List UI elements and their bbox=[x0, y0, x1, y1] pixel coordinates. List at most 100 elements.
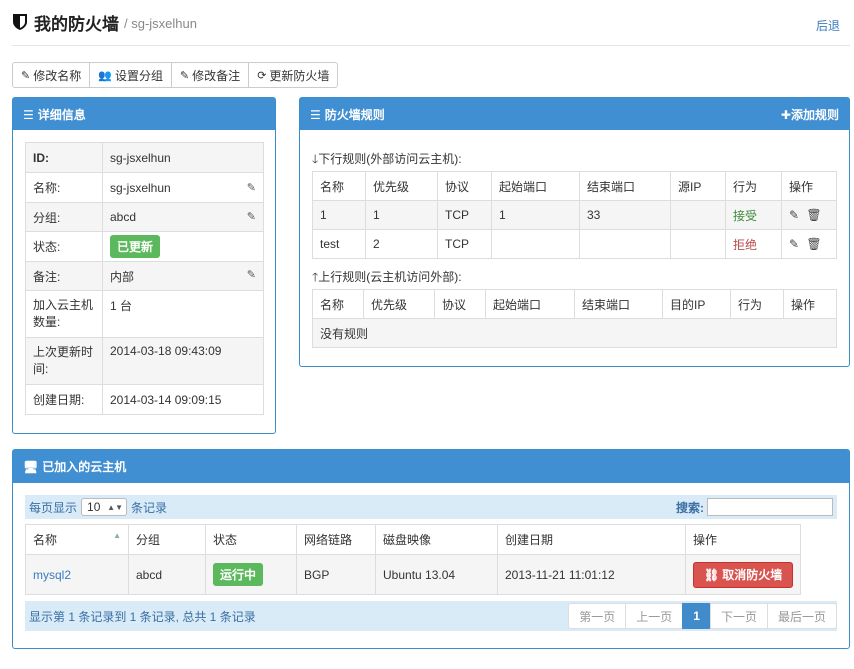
table-row: test 2 TCP 拒绝 ✎ 🗑 bbox=[312, 229, 837, 259]
column-header: 结束端口 bbox=[579, 171, 671, 201]
rename-label: 修改名称 bbox=[33, 68, 82, 83]
detail-value-cell: sg-jsxelhun ✎ bbox=[102, 172, 264, 203]
rule-action: 接受 bbox=[725, 200, 782, 230]
pagination: 第一页 上一页 1 下一页 最后一页 bbox=[568, 603, 837, 629]
detail-value: 内部 bbox=[110, 269, 135, 284]
detail-value: 1 台 bbox=[102, 290, 264, 338]
column-header: 网络链路 bbox=[296, 524, 376, 555]
column-header: 操作 bbox=[783, 289, 837, 319]
prev-page-button[interactable]: 上一页 bbox=[625, 603, 684, 629]
detail-row: 创建日期: 2014-03-14 09:09:15 bbox=[25, 384, 264, 415]
users-icon: 👥 bbox=[98, 69, 112, 82]
detail-key: 上次更新时间: bbox=[25, 337, 103, 385]
column-header: 结束端口 bbox=[574, 289, 663, 319]
host-group: abcd bbox=[128, 554, 206, 595]
host-network: BGP bbox=[296, 554, 376, 595]
shield-icon bbox=[13, 14, 27, 30]
edit-note-icon[interactable]: ✎ bbox=[247, 268, 256, 281]
rule-ops: ✎ 🗑 bbox=[781, 229, 837, 259]
rule-start-port: 1 bbox=[491, 200, 580, 230]
host-created: 2013-11-21 11:01:12 bbox=[497, 554, 686, 595]
column-header: 源IP bbox=[670, 171, 726, 201]
trash-icon[interactable]: 🗑 bbox=[806, 237, 823, 251]
current-page-button[interactable]: 1 bbox=[682, 603, 711, 629]
column-header: 行为 bbox=[730, 289, 784, 319]
last-page-button[interactable]: 最后一页 bbox=[766, 603, 837, 629]
column-header: 目的IP bbox=[662, 289, 731, 319]
update-firewall-label: 更新防火墙 bbox=[269, 68, 330, 83]
host-action-cell: ⛓ 取消防火墙 bbox=[684, 554, 802, 595]
edit-note-button[interactable]: ✎ 修改备注 bbox=[170, 62, 250, 88]
detail-row: 备注: 内部 ✎ bbox=[25, 261, 264, 291]
list-icon: ☰ bbox=[23, 107, 34, 122]
rule-source-ip bbox=[670, 229, 726, 259]
set-group-button[interactable]: 👥 设置分组 bbox=[89, 62, 172, 88]
back-link[interactable]: 后退 bbox=[816, 17, 840, 34]
detail-value-cell: 内部 ✎ bbox=[102, 261, 264, 291]
trash-icon[interactable]: 🗑 bbox=[806, 208, 823, 222]
rule-start-port bbox=[491, 229, 580, 259]
rename-button[interactable]: ✎ 修改名称 bbox=[12, 62, 91, 88]
rule-protocol: TCP bbox=[437, 229, 492, 259]
table-row: mysql2 abcd 运行中 BGP Ubuntu 13.04 2013-11… bbox=[25, 554, 802, 595]
first-page-button[interactable]: 第一页 bbox=[568, 603, 627, 629]
detail-key: 分组: bbox=[25, 202, 103, 232]
column-header: 创建日期 bbox=[497, 524, 686, 555]
outbound-rules-text: 上行规则(云主机访问外部): bbox=[318, 270, 462, 284]
status-badge: 已更新 bbox=[110, 235, 161, 258]
host-name-link[interactable]: mysql2 bbox=[33, 568, 71, 582]
detail-key: 加入云主机数量: bbox=[25, 290, 103, 338]
column-header: 状态 bbox=[205, 524, 297, 555]
firewall-panel-title: 防火墙规则 bbox=[324, 107, 385, 122]
column-header: 协议 bbox=[434, 289, 486, 319]
column-header: 磁盘映像 bbox=[375, 524, 498, 555]
edit-icon: ✎ bbox=[21, 69, 31, 82]
detail-panel-title: 详细信息 bbox=[37, 107, 86, 122]
host-image: Ubuntu 13.04 bbox=[375, 554, 498, 595]
per-page-prefix: 每页显示 bbox=[29, 500, 78, 515]
host-status-cell: 运行中 bbox=[205, 554, 297, 595]
edit-name-icon[interactable]: ✎ bbox=[247, 181, 256, 194]
search-wrap: 搜索: bbox=[676, 498, 833, 516]
page-subtitle: / sg-jsxelhun bbox=[124, 16, 197, 31]
list-icon: ☰ bbox=[310, 107, 321, 122]
rule-name: 1 bbox=[312, 200, 366, 230]
plus-icon: ✚ bbox=[780, 107, 791, 122]
per-page-select[interactable]: 10 ▲▼ bbox=[81, 498, 128, 516]
table-header-row: 名称 优先级 协议 起始端口 结束端口 源IP 行为 操作 bbox=[312, 171, 837, 201]
inbound-rules-label: 🡓下行规则(外部访问云主机): bbox=[312, 150, 462, 171]
column-header: 行为 bbox=[725, 171, 782, 201]
column-header-sortable[interactable]: 名称 ▲ bbox=[25, 524, 129, 555]
rule-priority: 1 bbox=[365, 200, 438, 230]
rule-ops: ✎ 🗑 bbox=[781, 200, 837, 230]
empty-rules-text: 没有规则 bbox=[312, 318, 837, 348]
edit-group-icon[interactable]: ✎ bbox=[247, 210, 256, 223]
column-header: 优先级 bbox=[365, 171, 438, 201]
page-title-bar: 我的防火墙 / sg-jsxelhun bbox=[12, 10, 197, 34]
column-header: 名称 bbox=[312, 171, 366, 201]
detail-key: 创建日期: bbox=[25, 384, 103, 415]
remove-firewall-button[interactable]: ⛓ 取消防火墙 bbox=[693, 561, 794, 588]
rule-priority: 2 bbox=[365, 229, 438, 259]
column-header: 操作 bbox=[684, 524, 802, 555]
update-firewall-button[interactable]: ⟳ 更新防火墙 bbox=[248, 62, 339, 88]
detail-panel: ☰ 详细信息 ID: sg-jsxelhun 名称: sg-jsxelhun ✎ 分… bbox=[12, 97, 276, 434]
table-header-row: 名称 优先级 协议 起始端口 结束端口 目的IP 行为 操作 bbox=[312, 289, 837, 319]
next-page-button[interactable]: 下一页 bbox=[709, 603, 768, 629]
add-rule-button[interactable]: ✚添加规则 bbox=[781, 106, 839, 123]
toolbar: ✎ 修改名称 👥 设置分组 ✎ 修改备注 ⟳ 更新防火墙 bbox=[12, 62, 339, 88]
firewall-rules-panel: ☰ 防火墙规则 ✚添加规则 🡓下行规则(外部访问云主机): 名称 优先级 协议 起… bbox=[299, 97, 850, 367]
host-name-cell: mysql2 bbox=[25, 554, 129, 595]
rule-protocol: TCP bbox=[437, 200, 492, 230]
table-row: 没有规则 bbox=[312, 318, 837, 348]
edit-icon[interactable]: ✎ bbox=[789, 237, 801, 251]
detail-row: ID: sg-jsxelhun bbox=[25, 142, 264, 173]
search-input[interactable] bbox=[707, 498, 833, 516]
edit-icon[interactable]: ✎ bbox=[789, 208, 801, 222]
column-header: 名称 bbox=[312, 289, 364, 319]
divider bbox=[12, 45, 850, 46]
hosts-panel-title: 已加入的云主机 bbox=[42, 460, 127, 474]
detail-value-cell: 已更新 bbox=[102, 231, 264, 262]
column-header: 分组 bbox=[128, 524, 206, 555]
table-header-row: 名称 ▲ 分组 状态 网络链路 磁盘映像 创建日期 操作 bbox=[25, 524, 802, 555]
